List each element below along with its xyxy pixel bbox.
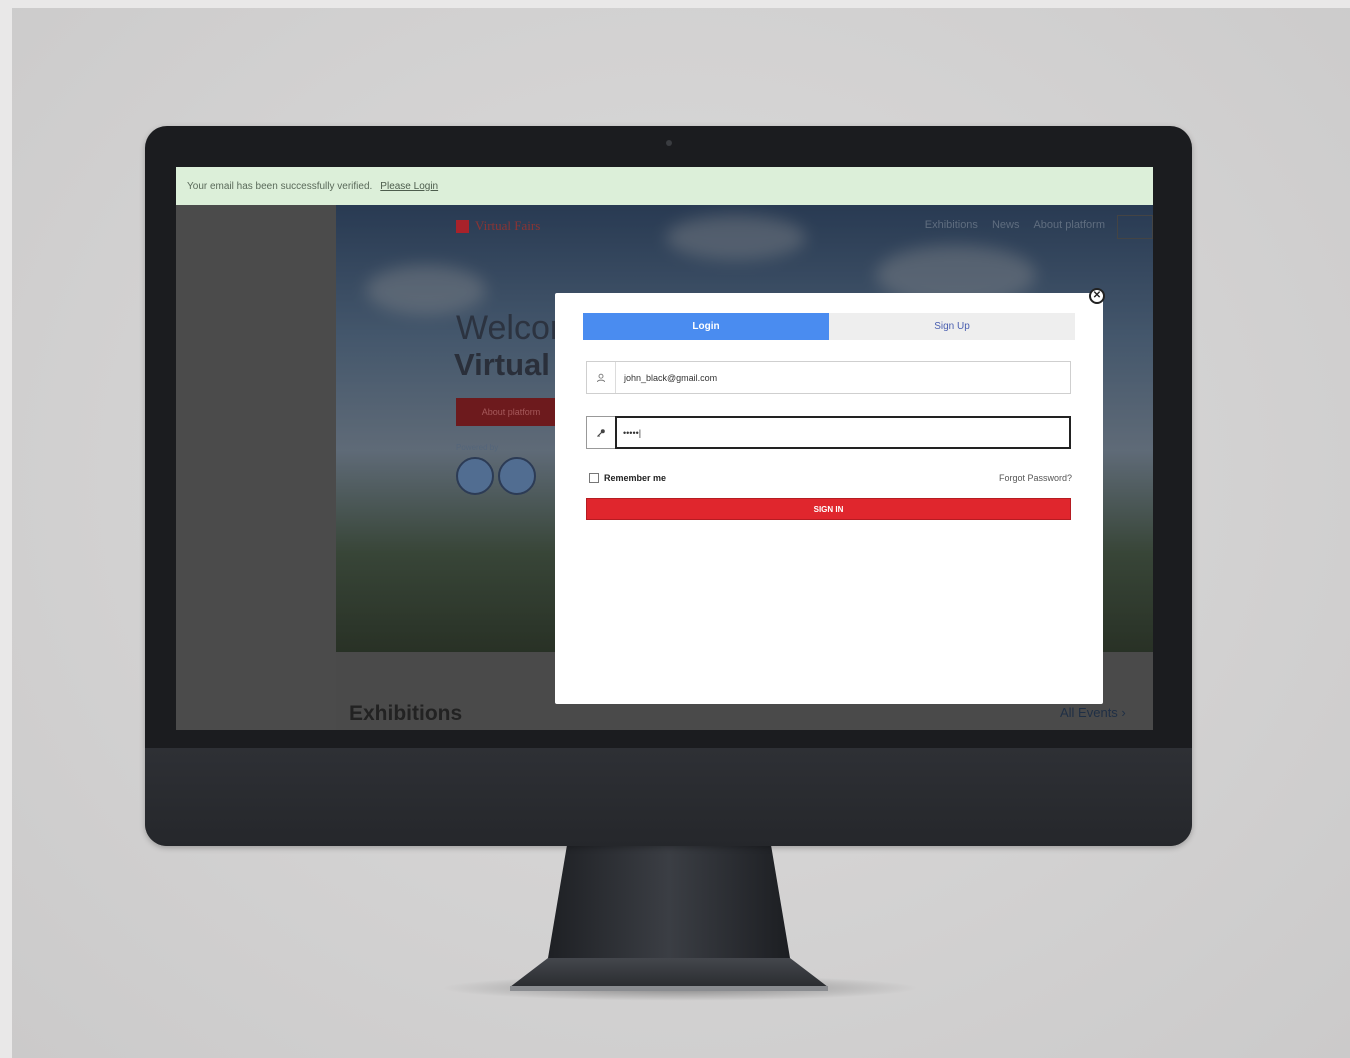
tab-signup[interactable]: Sign Up	[829, 313, 1075, 340]
remember-checkbox[interactable]	[589, 473, 599, 483]
partner-seals	[456, 457, 536, 495]
notice-message: Your email has been successfully verifie…	[187, 180, 373, 192]
close-icon[interactable]: ✕	[1089, 288, 1105, 304]
tab-login[interactable]: Login	[583, 313, 829, 340]
sign-in-button[interactable]: SIGN IN	[586, 498, 1071, 520]
email-value: john_black@gmail.com	[624, 372, 718, 383]
about-platform-button[interactable]: About platform	[456, 398, 566, 426]
forgot-password-link[interactable]: Forgot Password?	[999, 473, 1072, 483]
nav-exhibitions[interactable]: Exhibitions	[925, 219, 978, 231]
nav-news[interactable]: News	[992, 219, 1020, 231]
auth-tabs: Login Sign Up	[583, 313, 1075, 340]
screen: Your email has been successfully verifie…	[176, 167, 1153, 730]
remember-me[interactable]: Remember me	[589, 473, 666, 483]
site-brand[interactable]: Virtual Fairs	[456, 218, 540, 234]
left-panel	[176, 205, 336, 730]
email-field[interactable]: john_black@gmail.com	[586, 361, 1071, 394]
partner-seal-icon	[456, 457, 494, 495]
brand-name: Virtual Fairs	[475, 218, 541, 233]
powered-by-label: Powered by	[456, 443, 499, 452]
monitor-chin	[145, 748, 1192, 846]
exhibitions-title: Exhibitions	[349, 702, 463, 725]
nav-about[interactable]: About platform	[1033, 219, 1105, 231]
camera-icon	[666, 140, 672, 146]
nav-menu-button[interactable]	[1117, 215, 1153, 239]
verification-notice: Your email has been successfully verifie…	[176, 167, 1153, 205]
partner-seal-icon	[498, 457, 536, 495]
all-events-link[interactable]: All Events ›	[1060, 705, 1126, 720]
user-icon	[587, 362, 616, 393]
key-icon	[587, 417, 616, 448]
please-login-link[interactable]: Please Login	[380, 181, 438, 192]
login-modal: Login Sign Up john_black@gmail.com •••••…	[555, 293, 1103, 704]
remember-label: Remember me	[604, 473, 667, 483]
password-value: •••••|	[615, 416, 1071, 449]
password-field[interactable]: •••••|	[586, 416, 1071, 449]
hero-title-line2: Virtual	[454, 347, 550, 382]
site-nav: Exhibitions News About platform	[925, 219, 1105, 231]
brand-logo-icon	[456, 219, 469, 233]
